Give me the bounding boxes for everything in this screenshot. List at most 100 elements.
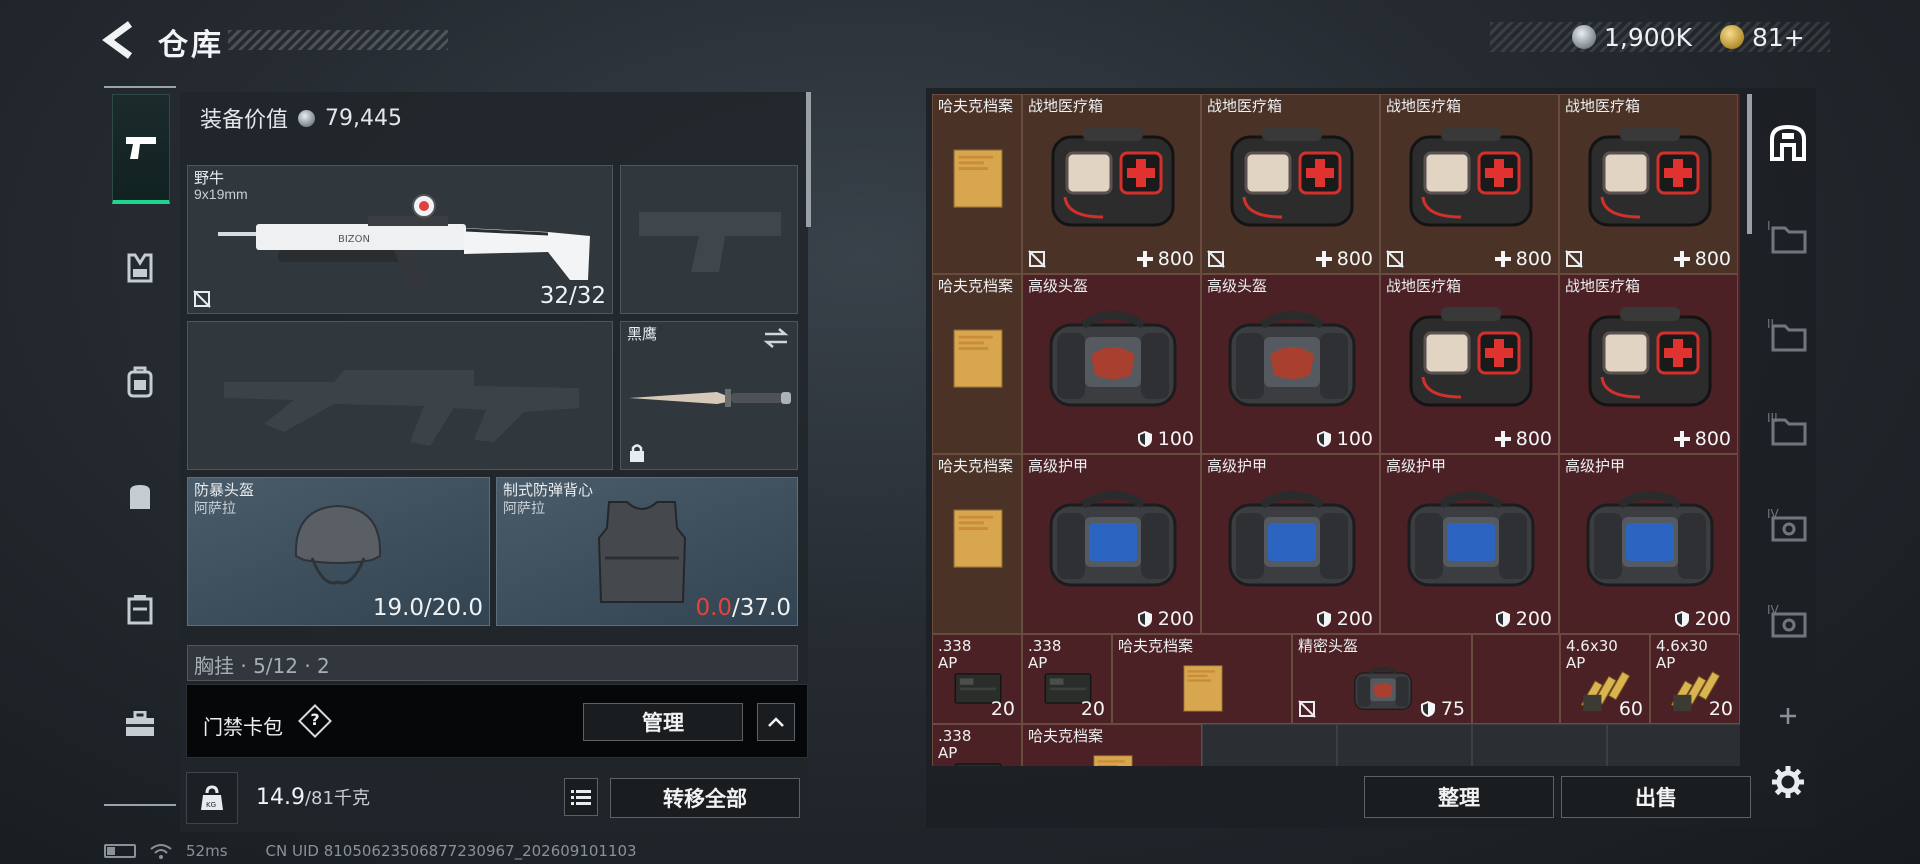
stash-empty-slot[interactable] xyxy=(1472,634,1560,724)
pistol-icon xyxy=(126,136,156,159)
stash-item[interactable]: 哈夫克档案 xyxy=(1112,634,1292,724)
item-name: 高级护甲 xyxy=(1028,457,1089,475)
melee-slot[interactable]: 黑鹰 xyxy=(620,321,798,470)
stash-item[interactable]: 哈夫克档案 xyxy=(932,454,1022,634)
nav-chest-rig[interactable] xyxy=(112,236,168,300)
stash-item[interactable]: 高级头盔 100 xyxy=(1022,274,1201,454)
item-value-text: 800 xyxy=(1515,428,1552,450)
stash-empty-slot[interactable] xyxy=(1607,724,1740,766)
stash-tab-4[interactable]: IV xyxy=(1760,494,1816,554)
battery-icon xyxy=(104,844,136,858)
stash-tab-2[interactable]: II xyxy=(1760,304,1816,364)
stash-item[interactable]: 4.6x30 AP 60 xyxy=(1560,634,1650,724)
toolbox-icon xyxy=(126,711,154,736)
pouch-icon xyxy=(130,485,150,509)
item-name: 战地医疗箱 xyxy=(1207,97,1283,115)
gear-icon xyxy=(1772,766,1804,798)
stash-item[interactable]: 战地医疗箱 800 xyxy=(1022,94,1201,274)
sort-button[interactable]: 整理 xyxy=(1364,776,1554,818)
lock-icon xyxy=(630,444,644,462)
stash-tab-1[interactable]: I xyxy=(1760,206,1816,266)
stash-empty-slot[interactable] xyxy=(1472,724,1607,766)
stash-item[interactable]: 战地医疗箱 800 xyxy=(1559,94,1738,274)
nav-backpack[interactable] xyxy=(112,350,168,414)
nav-weapons[interactable] xyxy=(112,94,170,204)
sell-button[interactable]: 出售 xyxy=(1561,776,1751,818)
secondary-weapon-slot[interactable] xyxy=(187,321,613,470)
stash-empty-slot[interactable] xyxy=(1202,724,1337,766)
primary-weapon-slot[interactable]: 野牛 9x19mm BIZON 32/32 xyxy=(187,165,613,314)
add-tab-button[interactable] xyxy=(1760,686,1816,746)
first-aid-kit-image xyxy=(1588,307,1711,407)
helmet-brand: 阿萨拉 xyxy=(194,500,236,516)
item-value-text: 20 xyxy=(1080,698,1105,720)
item-subtitle: AP xyxy=(938,654,958,672)
item-name: 战地医疗箱 xyxy=(1386,277,1462,295)
item-value-text: 100 xyxy=(1336,428,1373,450)
stash-empty-slot[interactable] xyxy=(1337,724,1472,766)
item-value: 800 xyxy=(1673,248,1731,270)
stash-tab-3[interactable]: III xyxy=(1760,398,1816,458)
stash-item[interactable]: 战地医疗箱 800 xyxy=(1201,94,1380,274)
stash-scrollbar[interactable] xyxy=(1747,94,1752,234)
armor-name: 制式防弹背心 xyxy=(503,481,594,499)
coin-icon xyxy=(298,109,316,127)
nav-safebox[interactable] xyxy=(112,578,168,642)
equipment-value-label: 装备价值 xyxy=(200,108,289,133)
non-tradable-icon xyxy=(1298,700,1316,718)
nav-pouch[interactable] xyxy=(112,464,168,528)
item-name: 战地医疗箱 xyxy=(1565,277,1641,295)
manage-button[interactable]: 管理 xyxy=(583,703,743,741)
stash-tab-all[interactable] xyxy=(1760,112,1816,172)
stash-item[interactable]: 高级护甲 200 xyxy=(1022,454,1201,634)
collapse-button[interactable] xyxy=(757,703,795,741)
first-aid-kit-image xyxy=(1051,127,1174,227)
stash-item[interactable]: 精密头盔 75 xyxy=(1292,634,1472,724)
stash-item[interactable]: 哈夫克档案 xyxy=(932,274,1022,454)
armor-case-image xyxy=(1586,491,1713,587)
pistol-slot[interactable] xyxy=(620,165,798,314)
back-arrow-icon[interactable] xyxy=(100,18,140,62)
stash-item[interactable]: .338 AP 20 xyxy=(1022,634,1112,724)
stash-tab-5[interactable]: IV xyxy=(1760,590,1816,650)
stash-item[interactable]: 哈夫克档案 xyxy=(1022,724,1202,766)
stash-item[interactable]: .338 AP 20 xyxy=(932,634,1022,724)
stash-item[interactable]: 战地医疗箱 800 xyxy=(1380,94,1559,274)
stash-item[interactable]: 战地医疗箱 800 xyxy=(1559,274,1738,454)
helmet-slot[interactable]: 防暴头盔 阿萨拉 19.0/20.0 xyxy=(187,477,490,626)
body-armor-slot[interactable]: 制式防弹背心 阿萨拉 0.0/37.0 xyxy=(496,477,798,626)
item-value: 800 xyxy=(1494,428,1552,450)
category-nav xyxy=(104,86,176,806)
item-name: 4.6x30 xyxy=(1656,637,1708,655)
transfer-all-button[interactable]: 转移全部 xyxy=(610,778,800,818)
loadout-scrollbar[interactable] xyxy=(806,92,811,227)
weight-current: 14.9 xyxy=(256,785,305,810)
stash-item[interactable]: 高级护甲 200 xyxy=(1559,454,1738,634)
stash-item[interactable]: 高级护甲 200 xyxy=(1380,454,1559,634)
token-icon xyxy=(1720,25,1744,49)
stash-item[interactable]: 战地医疗箱 800 xyxy=(1380,274,1559,454)
chest-rig-slot[interactable]: 胸挂 · 5/12 · 2 xyxy=(187,645,798,681)
list-view-button[interactable] xyxy=(564,778,598,816)
wifi-icon xyxy=(150,844,172,859)
armor-durability: 0.0/37.0 xyxy=(695,595,791,621)
haavk-document-image xyxy=(1093,755,1133,766)
item-value: 800 xyxy=(1315,248,1373,270)
shield-icon xyxy=(1674,611,1689,627)
stash-item[interactable]: 高级头盔 100 xyxy=(1201,274,1380,454)
coin-balance[interactable]: 1,900K xyxy=(1572,22,1692,52)
non-tradable-icon xyxy=(1565,250,1583,268)
settings-button[interactable] xyxy=(1760,752,1816,812)
item-name: 哈夫克档案 xyxy=(938,457,1014,475)
stash-item[interactable]: 高级护甲 200 xyxy=(1201,454,1380,634)
swap-icon[interactable] xyxy=(763,328,789,348)
stash-item[interactable]: 4.6x30 AP 20 xyxy=(1650,634,1740,724)
item-value-text: 200 xyxy=(1515,608,1552,630)
item-name: 哈夫克档案 xyxy=(1118,637,1194,655)
stash-item[interactable]: .338 AP xyxy=(932,724,1022,766)
shield-icon xyxy=(1137,611,1152,627)
nav-toolbox[interactable] xyxy=(112,692,168,756)
non-tradable-icon xyxy=(1028,250,1046,268)
stash-item[interactable]: 哈夫克档案 xyxy=(932,94,1022,274)
token-balance[interactable]: 81+ xyxy=(1720,22,1805,52)
